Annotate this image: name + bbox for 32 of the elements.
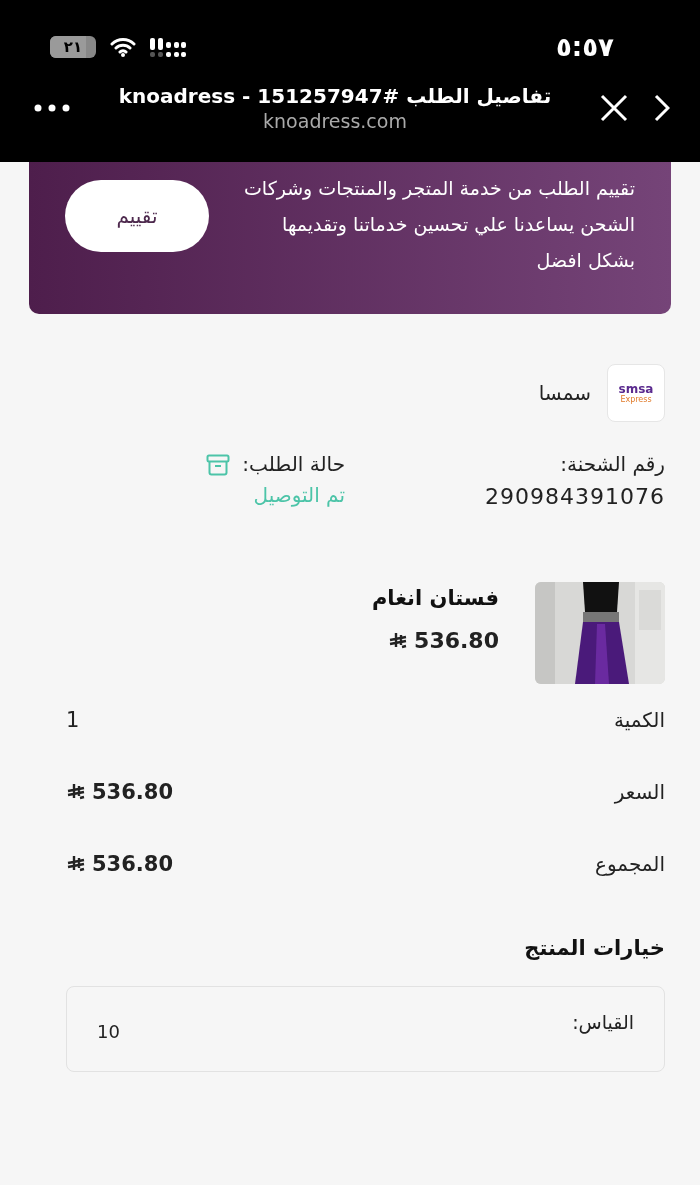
page-title: تفاصيل الطلب #151257947 - knoadress [118, 84, 552, 108]
option-label: القياس: [572, 1011, 634, 1033]
clock-time: ٥:٥٧ [556, 32, 614, 62]
rate-button[interactable]: تقييم [65, 180, 209, 252]
shipment-number: 290984391076 [484, 484, 665, 509]
options-title: خيارات المنتج [523, 936, 665, 960]
summary-label: المجموع [595, 852, 665, 876]
riyal-sign-icon [66, 783, 86, 801]
summary-label: السعر [614, 780, 665, 804]
more-icon[interactable] [34, 104, 70, 112]
carrier-name: سمسا [538, 381, 591, 405]
summary-value: 1 [66, 708, 80, 732]
chevron-right-icon[interactable] [654, 94, 670, 122]
product-name: فستان انغام [371, 586, 499, 610]
riyal-sign-icon [388, 631, 409, 650]
battery-icon: ٢١ [50, 36, 96, 58]
status-label: حالة الطلب: [242, 452, 345, 476]
signal-icon [150, 36, 186, 58]
close-icon[interactable] [600, 94, 628, 122]
summary-value: 536.80 [92, 780, 174, 804]
shipment-label: رقم الشحنة: [559, 452, 665, 476]
rating-text: تقييم الطلب من خدمة المتجر والمنتجات وشركات الشحن يساعدنا علي تحسين خدماتنا وتقديمها بشكل افضل [242, 176, 635, 273]
page-url: knoadress.com [263, 110, 407, 132]
summary-label: الكمية [614, 708, 665, 732]
carrier-logo: smsa Express [607, 364, 665, 422]
box-icon [206, 454, 231, 476]
product-price: 536.80 [414, 628, 499, 653]
riyal-sign-icon [66, 855, 86, 873]
option-value: 10 [97, 1021, 120, 1042]
wifi-icon [110, 37, 136, 57]
summary-value: 536.80 [92, 852, 174, 876]
order-status: تم التوصيل [252, 482, 345, 509]
